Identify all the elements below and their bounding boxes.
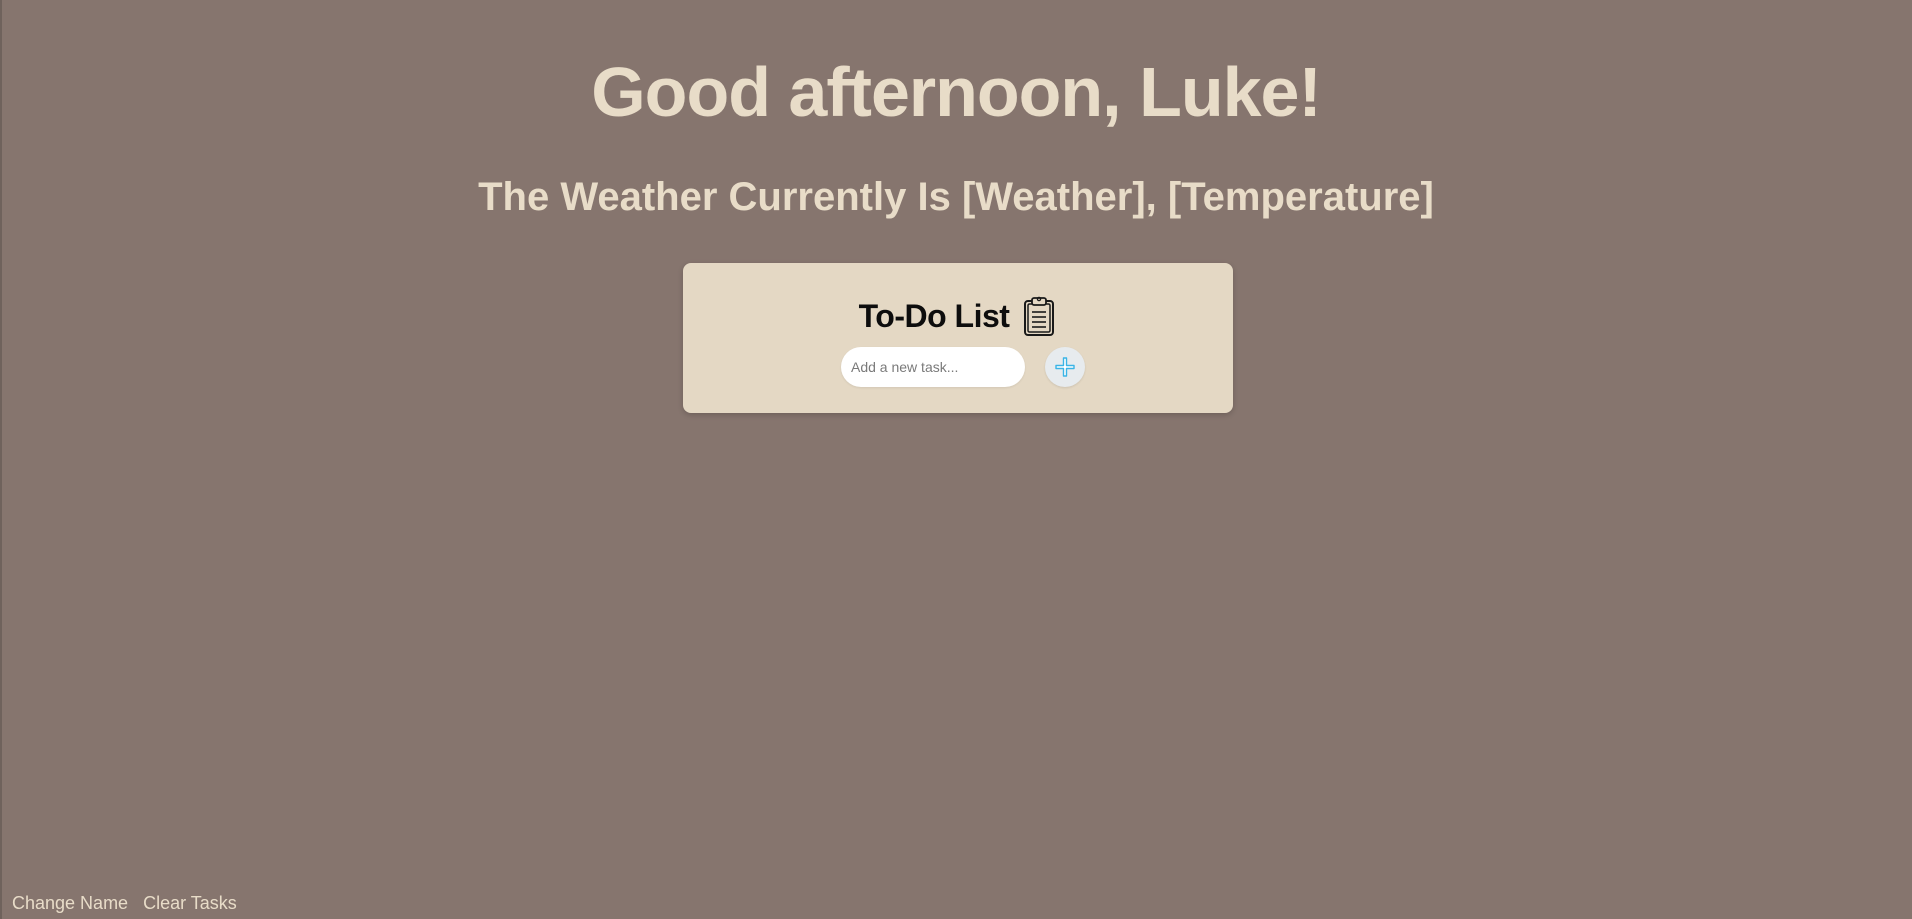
- new-task-input[interactable]: [841, 347, 1025, 387]
- clipboard-icon: [1021, 295, 1057, 337]
- window-edge: [0, 0, 2, 919]
- todo-card: To-Do List: [683, 263, 1233, 413]
- weather-status: The Weather Currently Is [Weather], [Tem…: [478, 175, 1434, 219]
- clear-tasks-button[interactable]: Clear Tasks: [143, 893, 237, 913]
- add-task-row: [683, 347, 1233, 387]
- plus-icon: [1054, 356, 1076, 378]
- greeting-heading: Good afternoon, Luke!: [591, 53, 1322, 131]
- add-task-button[interactable]: [1045, 347, 1085, 387]
- todo-title: To-Do List: [858, 297, 1010, 334]
- footer-actions: Change Name Clear Tasks: [12, 893, 237, 913]
- todo-header: To-Do List: [683, 295, 1233, 337]
- change-name-button[interactable]: Change Name: [12, 893, 128, 913]
